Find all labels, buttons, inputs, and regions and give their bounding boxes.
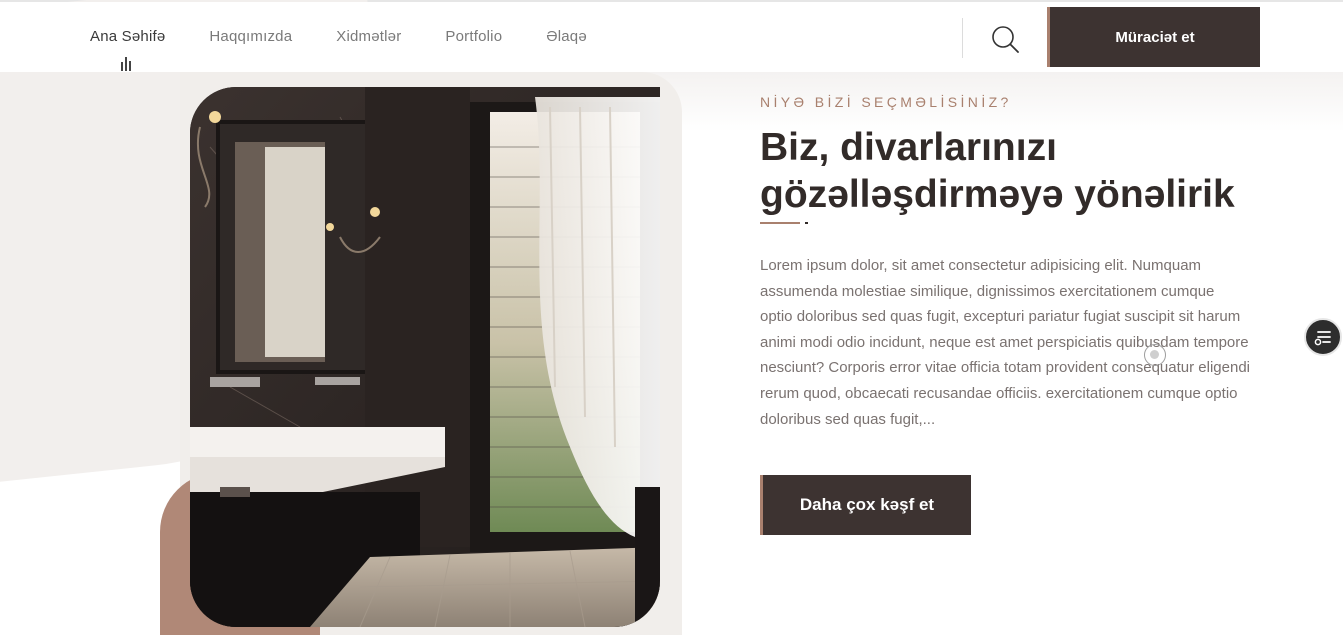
nav-item-home[interactable]: Ana Səhifə [90,28,165,45]
nav-item-contact[interactable]: Əlaqə [546,28,587,45]
nav-item-services[interactable]: Xidmətlər [336,28,401,45]
section-title: Biz, divarlarınızı gözəlləşdirməyə yönəl… [760,124,1280,218]
title-underline [760,222,800,224]
discover-more-button[interactable]: Daha çox kəşf et [760,475,971,535]
site-header: Ana Səhifə Haqqımızda Xidmətlər Portfoli… [0,2,1343,72]
mouse-cursor-indicator [1144,344,1166,366]
section-kicker: NİYƏ BİZİ SEÇMƏLİSİNİZ? [760,94,1012,110]
why-us-section: NİYƏ BİZİ SEÇMƏLİSİNİZ? Biz, divarlarını… [0,0,1343,635]
nav-item-about[interactable]: Haqqımızda [209,28,292,45]
nav-item-portfolio[interactable]: Portfolio [445,28,502,45]
apply-button[interactable]: Müraciət et [1047,7,1260,67]
title-underline-dot [805,222,808,224]
main-nav: Ana Səhifə Haqqımızda Xidmətlər Portfoli… [90,28,631,45]
section-title-line2: gözəlləşdirməyə yönəlirik [760,173,1235,216]
section-title-line1: Biz, divarlarınızı [760,126,1057,169]
active-nav-indicator [121,57,133,71]
header-divider [962,18,963,58]
bathroom-photo [190,87,660,627]
settings-list-icon[interactable] [1304,318,1342,356]
search-icon[interactable] [990,24,1020,54]
section-description: Lorem ipsum dolor, sit amet consectetur … [760,257,1250,428]
